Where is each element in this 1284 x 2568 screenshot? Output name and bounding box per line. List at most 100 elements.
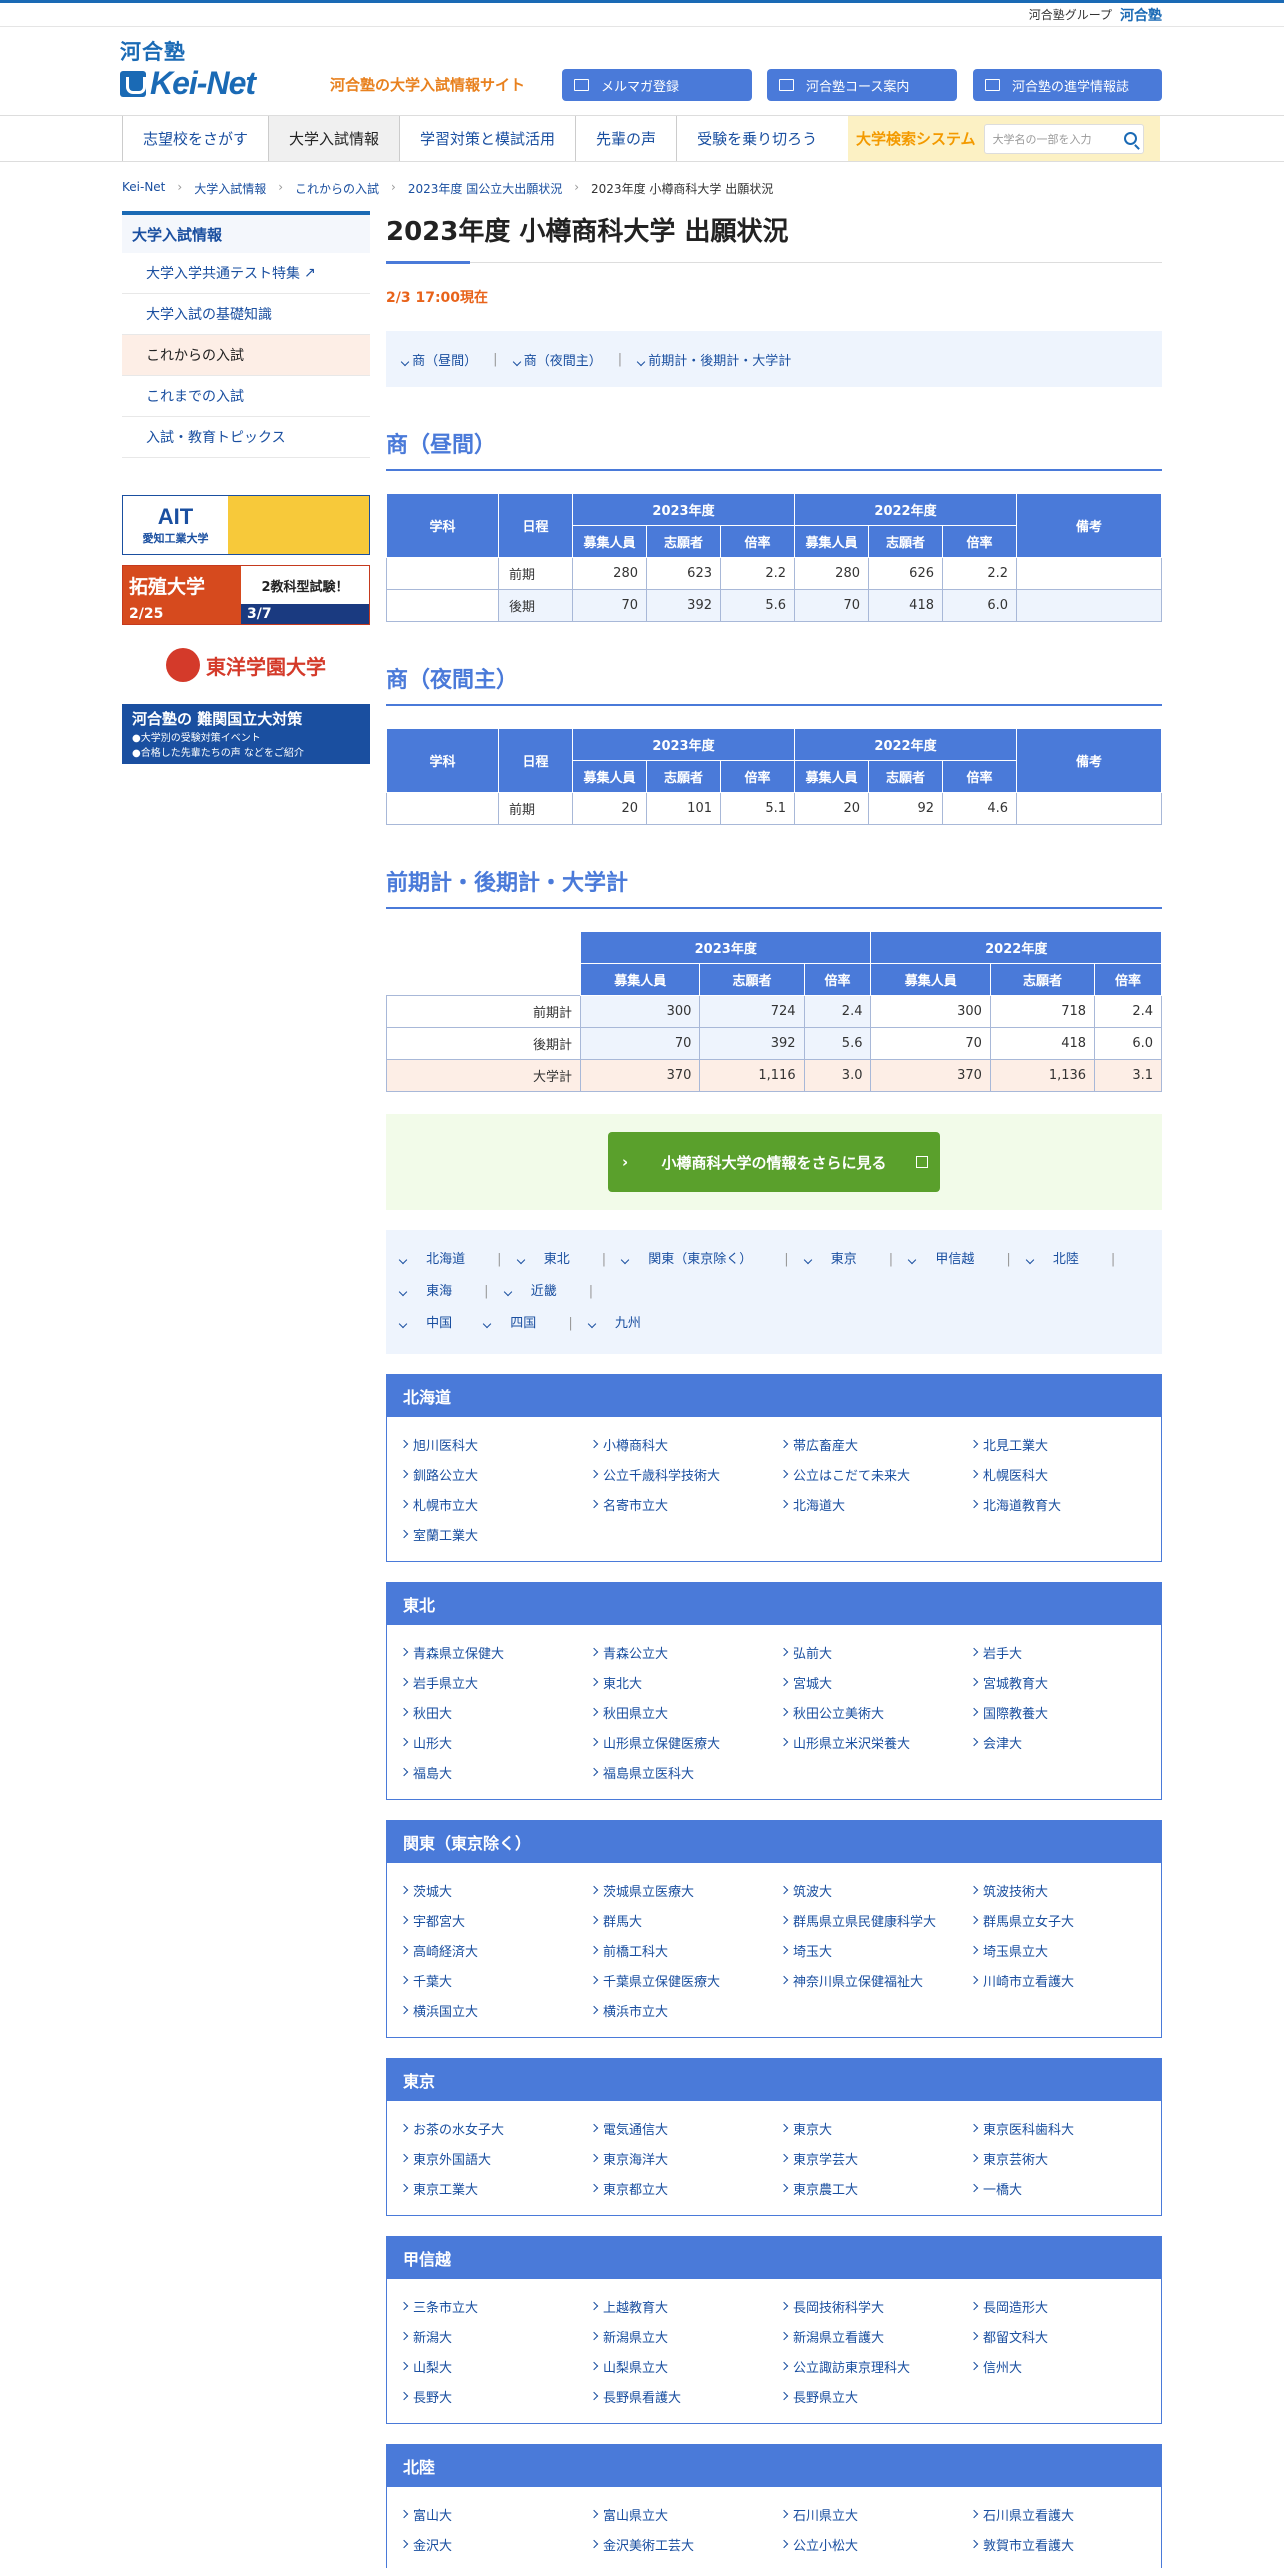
university-link[interactable]: 前橋工科大: [589, 1935, 781, 1965]
university-link[interactable]: 群馬大: [589, 1905, 781, 1935]
university-link[interactable]: 東京農工大: [779, 2173, 971, 2203]
university-link[interactable]: 公立千歳科学技術大: [589, 1459, 781, 1489]
nav-find-school[interactable]: 志望校をさがす: [122, 116, 268, 161]
university-link[interactable]: お茶の水女子大: [399, 2113, 591, 2143]
university-link[interactable]: 岩手県立大: [399, 1667, 591, 1697]
nav-voices[interactable]: 先輩の声: [575, 116, 676, 161]
university-link[interactable]: 東京海洋大: [589, 2143, 781, 2173]
university-link[interactable]: 青森公立大: [589, 1637, 781, 1667]
university-link[interactable]: 横浜市立大: [589, 1995, 781, 2025]
university-link[interactable]: 東京外国語大: [399, 2143, 591, 2173]
university-link[interactable]: 富山大: [399, 2499, 591, 2529]
sidebar-item-basics[interactable]: 大学入試の基礎知識: [122, 294, 370, 335]
university-link[interactable]: 筑波大: [779, 1875, 971, 1905]
university-link[interactable]: 新潟県立大: [589, 2321, 781, 2351]
university-link[interactable]: 長野県看護大: [589, 2381, 781, 2411]
university-link[interactable]: 福島大: [399, 1757, 591, 1787]
university-link[interactable]: 公立小松大: [779, 2529, 971, 2559]
university-link[interactable]: 山形大: [399, 1727, 591, 1757]
nav-exam-info[interactable]: 大学入試情報: [268, 116, 400, 161]
university-link[interactable]: 秋田大: [399, 1697, 591, 1727]
university-link[interactable]: 山梨県立大: [589, 2351, 781, 2381]
kawaijuku-logo[interactable]: 河合塾: [1120, 5, 1162, 25]
university-link[interactable]: 名寄市立大: [589, 1489, 781, 1519]
banner-toyo-gakuen[interactable]: 東洋学園大学: [122, 640, 370, 690]
university-link[interactable]: 室蘭工業大: [399, 1519, 591, 1549]
university-link[interactable]: 福井県立大: [591, 2559, 781, 2568]
banner-takushoku[interactable]: 拓殖大学 2教科型試験！ 2/25 3/7: [122, 565, 370, 625]
university-link[interactable]: 山梨大: [399, 2351, 591, 2381]
univ-search-input[interactable]: 大学名の一部を入力: [983, 123, 1144, 154]
university-link[interactable]: 山形県立保健医療大: [589, 1727, 781, 1757]
university-link[interactable]: 高崎経済大: [399, 1935, 591, 1965]
university-link[interactable]: 埼玉大: [779, 1935, 971, 1965]
university-link[interactable]: 茨城県立医療大: [589, 1875, 781, 1905]
nav-survive[interactable]: 受験を乗り切ろう: [676, 116, 837, 161]
university-link[interactable]: 札幌市立大: [399, 1489, 591, 1519]
university-link[interactable]: 東京都立大: [589, 2173, 781, 2203]
university-link[interactable]: 弘前大: [779, 1637, 971, 1667]
university-link[interactable]: 岩手大: [969, 1637, 1161, 1667]
university-link[interactable]: 宇都宮大: [399, 1905, 591, 1935]
university-link[interactable]: 会津大: [969, 1727, 1161, 1757]
university-link[interactable]: 横浜国立大: [399, 1995, 591, 2025]
university-link[interactable]: 公立諏訪東京理科大: [779, 2351, 971, 2381]
university-link[interactable]: 東京芸術大: [969, 2143, 1161, 2173]
nav-study[interactable]: 学習対策と模試活用: [399, 116, 575, 161]
university-link[interactable]: 北海道教育大: [969, 1489, 1161, 1519]
university-link[interactable]: 新潟大: [399, 2321, 591, 2351]
university-link[interactable]: 東京医科歯科大: [969, 2113, 1161, 2143]
university-link[interactable]: 札幌医科大: [969, 1459, 1161, 1489]
region-nav-link[interactable]: 東北: [516, 1252, 586, 1267]
university-link[interactable]: 長岡造形大: [969, 2291, 1161, 2321]
university-link[interactable]: 帯広畜産大: [779, 1429, 971, 1459]
university-link[interactable]: 筑波技術大: [969, 1875, 1161, 1905]
region-nav-link[interactable]: 中国: [398, 1316, 468, 1331]
university-link[interactable]: 埼玉県立大: [969, 1935, 1161, 1965]
region-nav-link[interactable]: 東京: [803, 1252, 873, 1267]
anchor-link-totals[interactable]: 前期計・後期計・大学計: [636, 350, 791, 369]
more-info-button[interactable]: › 小樽商科大学の情報をさらに見る: [608, 1132, 940, 1192]
region-nav-link[interactable]: 甲信越: [907, 1252, 990, 1267]
university-link[interactable]: 青森県立保健大: [399, 1637, 591, 1667]
university-link[interactable]: 北海道大: [779, 1489, 971, 1519]
university-link[interactable]: 信州大: [969, 2351, 1161, 2381]
university-link[interactable]: 富山県立大: [589, 2499, 781, 2529]
university-link[interactable]: 宮城教育大: [969, 1667, 1161, 1697]
university-link[interactable]: 千葉県立保健医療大: [589, 1965, 781, 1995]
region-nav-link[interactable]: 関東（東京除く）: [620, 1252, 768, 1267]
university-link[interactable]: 三条市立大: [399, 2291, 591, 2321]
university-link[interactable]: 一橋大: [969, 2173, 1161, 2203]
search-icon[interactable]: [1123, 131, 1137, 145]
sidebar-heading[interactable]: 大学入試情報: [122, 211, 370, 253]
breadcrumb-item[interactable]: これからの入試: [295, 180, 379, 197]
university-link[interactable]: 福島県立医科大: [589, 1757, 781, 1787]
university-link[interactable]: 北見工業大: [969, 1429, 1161, 1459]
breadcrumb-item[interactable]: 大学入試情報: [194, 180, 266, 197]
university-link[interactable]: 東北大: [589, 1667, 781, 1697]
university-link[interactable]: 敦賀市立看護大: [969, 2529, 1161, 2559]
university-link[interactable]: 金沢大: [399, 2529, 591, 2559]
university-link[interactable]: 群馬県立女子大: [969, 1905, 1161, 1935]
university-link[interactable]: 秋田公立美術大: [779, 1697, 971, 1727]
university-link[interactable]: 石川県立看護大: [969, 2499, 1161, 2529]
university-link[interactable]: 東京大: [779, 2113, 971, 2143]
region-nav-link[interactable]: 北陸: [1025, 1252, 1095, 1267]
sidebar-item-common-test[interactable]: 大学入学共通テスト特集 ↗: [122, 253, 370, 294]
university-link[interactable]: 群馬県立県民健康科学大: [779, 1905, 971, 1935]
university-link[interactable]: 国際教養大: [969, 1697, 1161, 1727]
banner-kawai-national[interactable]: 河合塾の 難関国立大対策 ●大学別の受験対策イベント ●合格した先輩たちの声 な…: [122, 704, 370, 764]
region-nav-link[interactable]: 東海: [398, 1284, 468, 1299]
region-nav-link[interactable]: 九州: [587, 1316, 657, 1331]
university-link[interactable]: 東京学芸大: [779, 2143, 971, 2173]
university-link[interactable]: 秋田県立大: [589, 1697, 781, 1727]
anchor-link-night[interactable]: 商（夜間主）: [512, 350, 602, 369]
university-link[interactable]: 旭川医科大: [399, 1429, 591, 1459]
course-guide-button[interactable]: 河合塾コース案内: [767, 69, 957, 101]
university-link[interactable]: 長野大: [399, 2381, 591, 2411]
sidebar-item-upcoming[interactable]: これからの入試: [122, 335, 370, 376]
mail-magazine-button[interactable]: メルマガ登録: [562, 69, 752, 101]
sidebar-item-topics[interactable]: 入試・教育トピックス: [122, 417, 370, 458]
univ-search-system-label[interactable]: 大学検索システム: [856, 128, 976, 149]
kei-net-logo[interactable]: 河合塾 Kei-Net: [120, 41, 256, 102]
